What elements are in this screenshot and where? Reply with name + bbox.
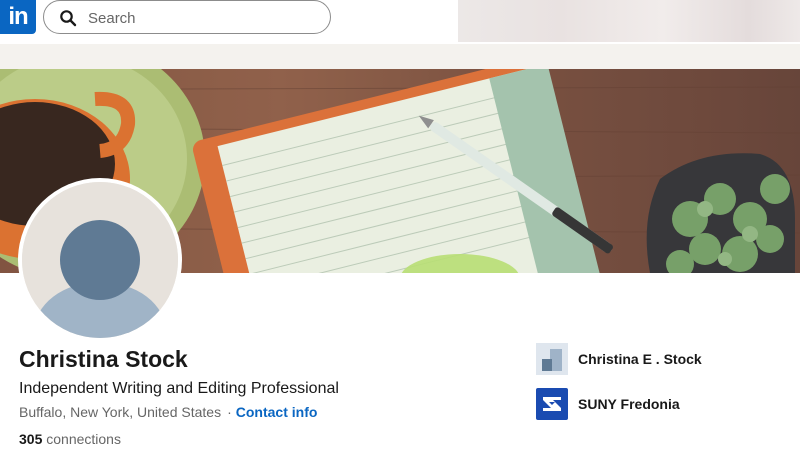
school-name: SUNY Fredonia [578, 396, 680, 412]
contact-info-link[interactable]: Contact info [236, 404, 318, 420]
location-line: Buffalo, New York, United States · Contact… [19, 403, 317, 421]
search-input[interactable] [86, 7, 320, 29]
current-company-item[interactable]: Christina E . Stock [536, 342, 702, 376]
connections-number: 305 [19, 431, 43, 447]
connections-label: connections [46, 431, 121, 447]
profile-headline: Independent Writing and Editing Professi… [19, 380, 339, 397]
profile-location: Buffalo, New York, United States [19, 404, 222, 420]
page-background-band [0, 44, 800, 69]
connections-count[interactable]: 305 connections [19, 430, 121, 448]
separator-dot: · [227, 404, 232, 420]
nav-background-banner [458, 0, 800, 42]
search-bar[interactable] [43, 0, 331, 34]
suny-fredonia-logo-icon [536, 388, 568, 420]
company-logo-placeholder-icon [536, 343, 568, 375]
default-avatar-icon [22, 182, 178, 338]
company-name: Christina E . Stock [578, 351, 702, 367]
linkedin-logo-icon[interactable]: in [0, 0, 36, 34]
education-item[interactable]: SUNY Fredonia [536, 387, 680, 421]
search-icon [60, 10, 77, 27]
profile-photo-frame[interactable] [18, 178, 182, 342]
top-nav: in [0, 0, 800, 44]
profile-name: Christina Stock [19, 346, 188, 372]
